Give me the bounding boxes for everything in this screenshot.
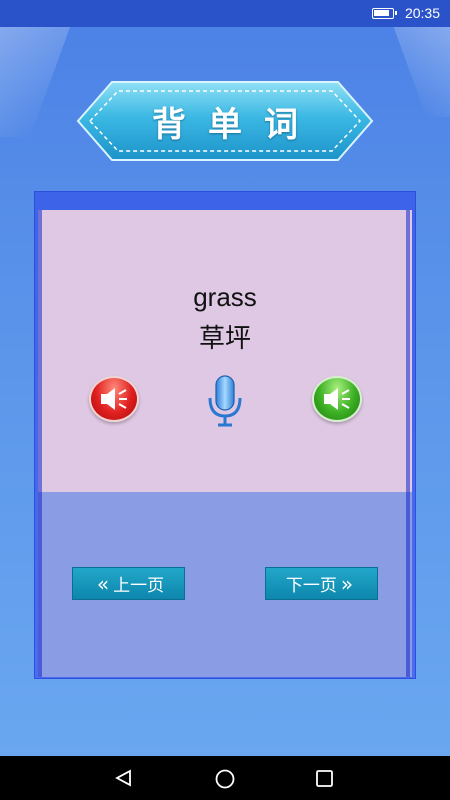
english-word: grass	[193, 282, 257, 312]
double-chevron-left-icon: «	[96, 571, 110, 596]
recent-square-icon[interactable]	[315, 769, 334, 788]
microphone-icon	[208, 375, 242, 427]
title-banner: 背单词	[76, 80, 374, 162]
light-ray-decoration	[0, 27, 71, 137]
next-page-label: 下一页	[285, 576, 337, 596]
system-nav-bar	[0, 756, 450, 800]
microphone-button[interactable]	[205, 374, 245, 428]
prev-page-label: 上一页	[113, 576, 165, 596]
speaker-green-icon	[324, 388, 350, 410]
status-time: 20:35	[404, 5, 440, 21]
double-chevron-right-icon: »	[340, 571, 354, 596]
prev-page-button[interactable]: « 上一页	[72, 567, 185, 600]
back-triangle-icon[interactable]	[114, 768, 134, 788]
page-title: 背单词	[152, 104, 320, 145]
next-page-button[interactable]: 下一页 »	[265, 567, 378, 600]
play-pronunciation-button-green[interactable]	[312, 376, 362, 422]
play-pronunciation-button-red[interactable]	[89, 376, 139, 422]
battery-icon	[372, 8, 397, 19]
frame-edge	[406, 210, 410, 677]
frame-edge	[38, 210, 42, 677]
speaker-red-icon	[101, 388, 127, 410]
home-circle-icon[interactable]	[214, 768, 236, 790]
status-bar: 20:35	[0, 0, 450, 27]
chinese-meaning: 草坪	[198, 324, 251, 354]
light-ray-decoration	[393, 27, 450, 117]
